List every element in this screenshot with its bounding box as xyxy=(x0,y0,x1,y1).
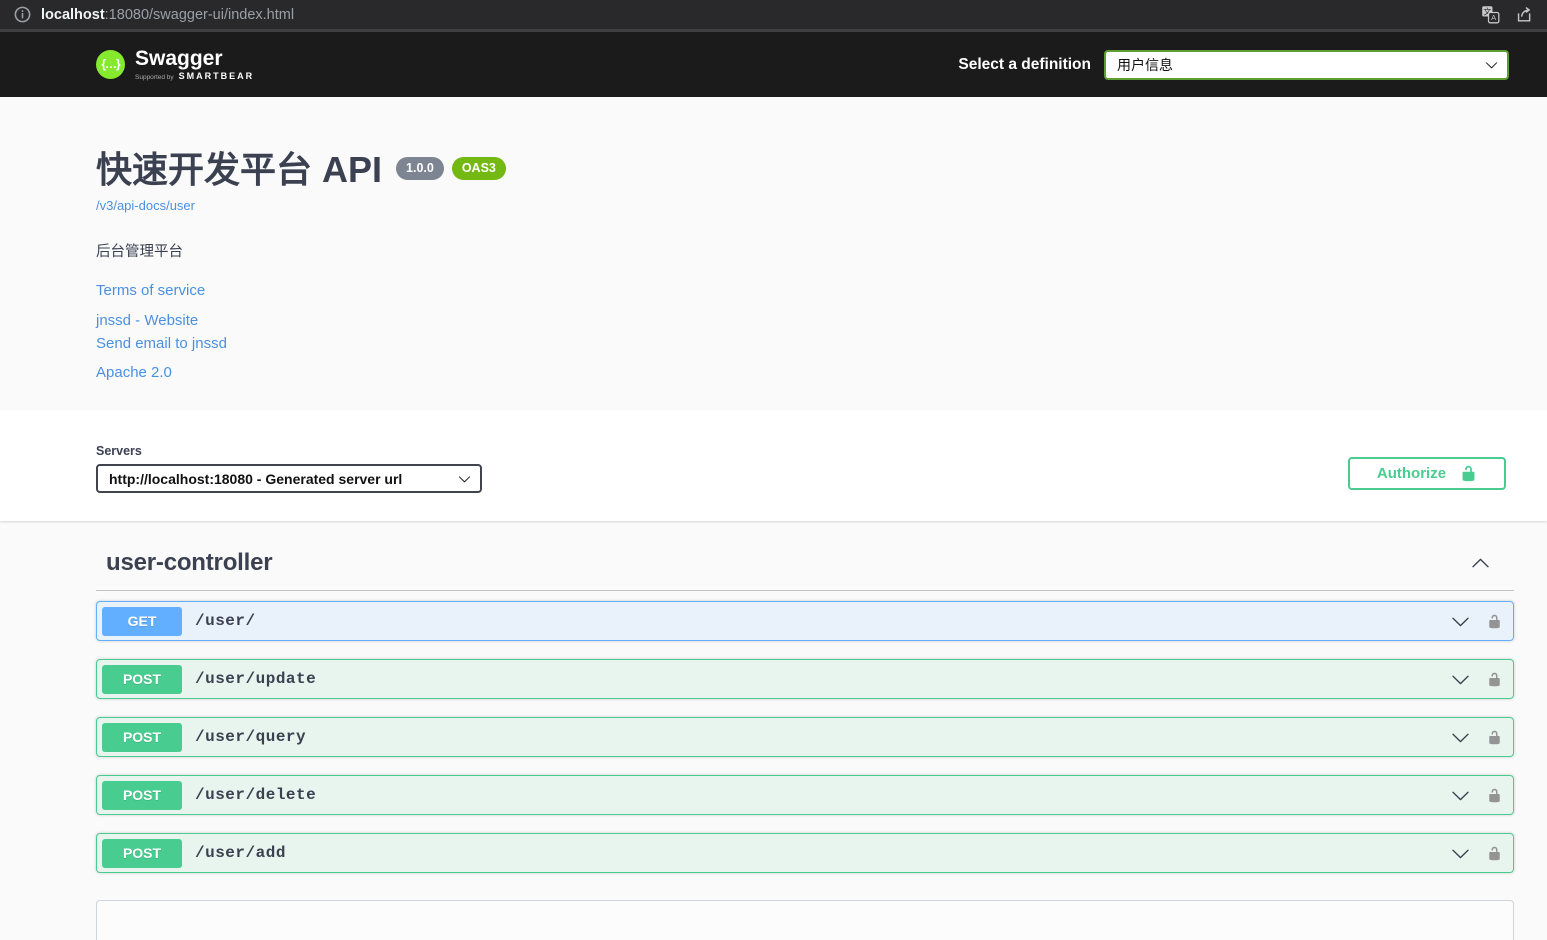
browser-action-icons: 文 A xyxy=(1481,5,1534,24)
endpoint-path: /user/delete xyxy=(195,786,1451,804)
swagger-logo[interactable]: {…} Swagger Supported by SMARTBEAR xyxy=(96,48,254,82)
unlock-icon xyxy=(1460,465,1477,482)
email-link[interactable]: Send email to jnssd xyxy=(96,335,1547,352)
unlock-icon[interactable] xyxy=(1487,672,1502,687)
api-description: 后台管理平台 xyxy=(96,240,1547,261)
terms-of-service-link[interactable]: Terms of service xyxy=(96,282,1547,299)
endpoint-path: /user/add xyxy=(195,844,1451,862)
info-circle-icon[interactable] xyxy=(13,5,32,24)
endpoint-row[interactable]: POST /user/delete xyxy=(96,775,1514,815)
chevron-up-icon xyxy=(1471,554,1490,573)
translate-icon[interactable]: 文 A xyxy=(1481,5,1500,24)
authorize-button[interactable]: Authorize xyxy=(1348,457,1506,490)
page-title: 快速开发平台 API xyxy=(96,151,382,189)
unlock-icon[interactable] xyxy=(1487,730,1502,745)
website-link[interactable]: jnssd - Website xyxy=(96,312,1547,329)
endpoint-path: /user/ xyxy=(195,612,1451,630)
collapse-section-button[interactable] xyxy=(1471,554,1490,573)
chevron-down-icon[interactable] xyxy=(1451,612,1470,631)
browser-address-bar[interactable]: localhost:18080/swagger-ui/index.html 文 … xyxy=(0,0,1547,32)
url-text[interactable]: localhost:18080/swagger-ui/index.html xyxy=(41,7,1462,23)
method-badge[interactable]: POST xyxy=(102,665,182,694)
unlock-icon[interactable] xyxy=(1487,614,1502,629)
endpoint-path: /user/update xyxy=(195,670,1451,688)
endpoint-list: GET /user/ POST /user/update POST /user/… xyxy=(96,601,1514,873)
version-badge: 1.0.0 xyxy=(396,157,444,180)
endpoint-path: /user/query xyxy=(195,728,1451,746)
authorize-label: Authorize xyxy=(1377,465,1446,482)
logo-title: Swagger xyxy=(135,48,254,69)
oas3-badge: OAS3 xyxy=(452,157,506,180)
method-badge[interactable]: GET xyxy=(102,607,182,636)
swagger-logo-icon: {…} xyxy=(96,50,125,79)
logo-supported-by: Supported by xyxy=(135,75,174,82)
servers-select[interactable]: http://localhost:18080 - Generated serve… xyxy=(96,464,482,493)
scheme-container: Servers http://localhost:18080 - Generat… xyxy=(0,410,1547,521)
url-path: :18080/swagger-ui/index.html xyxy=(105,7,294,23)
section-title: user-controller xyxy=(106,549,272,577)
method-badge[interactable]: POST xyxy=(102,781,182,810)
definition-select[interactable]: 用户信息 xyxy=(1104,50,1509,80)
chevron-down-icon[interactable] xyxy=(1451,844,1470,863)
endpoint-row[interactable]: POST /user/query xyxy=(96,717,1514,757)
share-icon[interactable] xyxy=(1515,5,1534,24)
servers-label: Servers xyxy=(96,444,482,458)
schemas-section-box[interactable] xyxy=(96,900,1514,940)
logo-brand: SMARTBEAR xyxy=(179,72,255,81)
chevron-down-icon[interactable] xyxy=(1451,728,1470,747)
operations-section: user-controller GET /user/ POST /user/up… xyxy=(0,521,1547,873)
svg-text:A: A xyxy=(1491,13,1496,22)
method-badge[interactable]: POST xyxy=(102,839,182,868)
chevron-down-icon[interactable] xyxy=(1451,670,1470,689)
unlock-icon[interactable] xyxy=(1487,846,1502,861)
spec-url-link[interactable]: /v3/api-docs/user xyxy=(96,198,195,213)
select-definition-label: Select a definition xyxy=(958,56,1091,74)
method-badge[interactable]: POST xyxy=(102,723,182,752)
section-header-user-controller[interactable]: user-controller xyxy=(96,537,1514,591)
endpoint-row[interactable]: GET /user/ xyxy=(96,601,1514,641)
api-info-section: 快速开发平台 API 1.0.0 OAS3 /v3/api-docs/user … xyxy=(0,97,1547,410)
endpoint-row[interactable]: POST /user/add xyxy=(96,833,1514,873)
endpoint-row[interactable]: POST /user/update xyxy=(96,659,1514,699)
license-link[interactable]: Apache 2.0 xyxy=(96,364,1547,381)
swagger-topbar: {…} Swagger Supported by SMARTBEAR Selec… xyxy=(0,32,1547,97)
chevron-down-icon[interactable] xyxy=(1451,786,1470,805)
unlock-icon[interactable] xyxy=(1487,788,1502,803)
url-host: localhost xyxy=(41,7,105,23)
